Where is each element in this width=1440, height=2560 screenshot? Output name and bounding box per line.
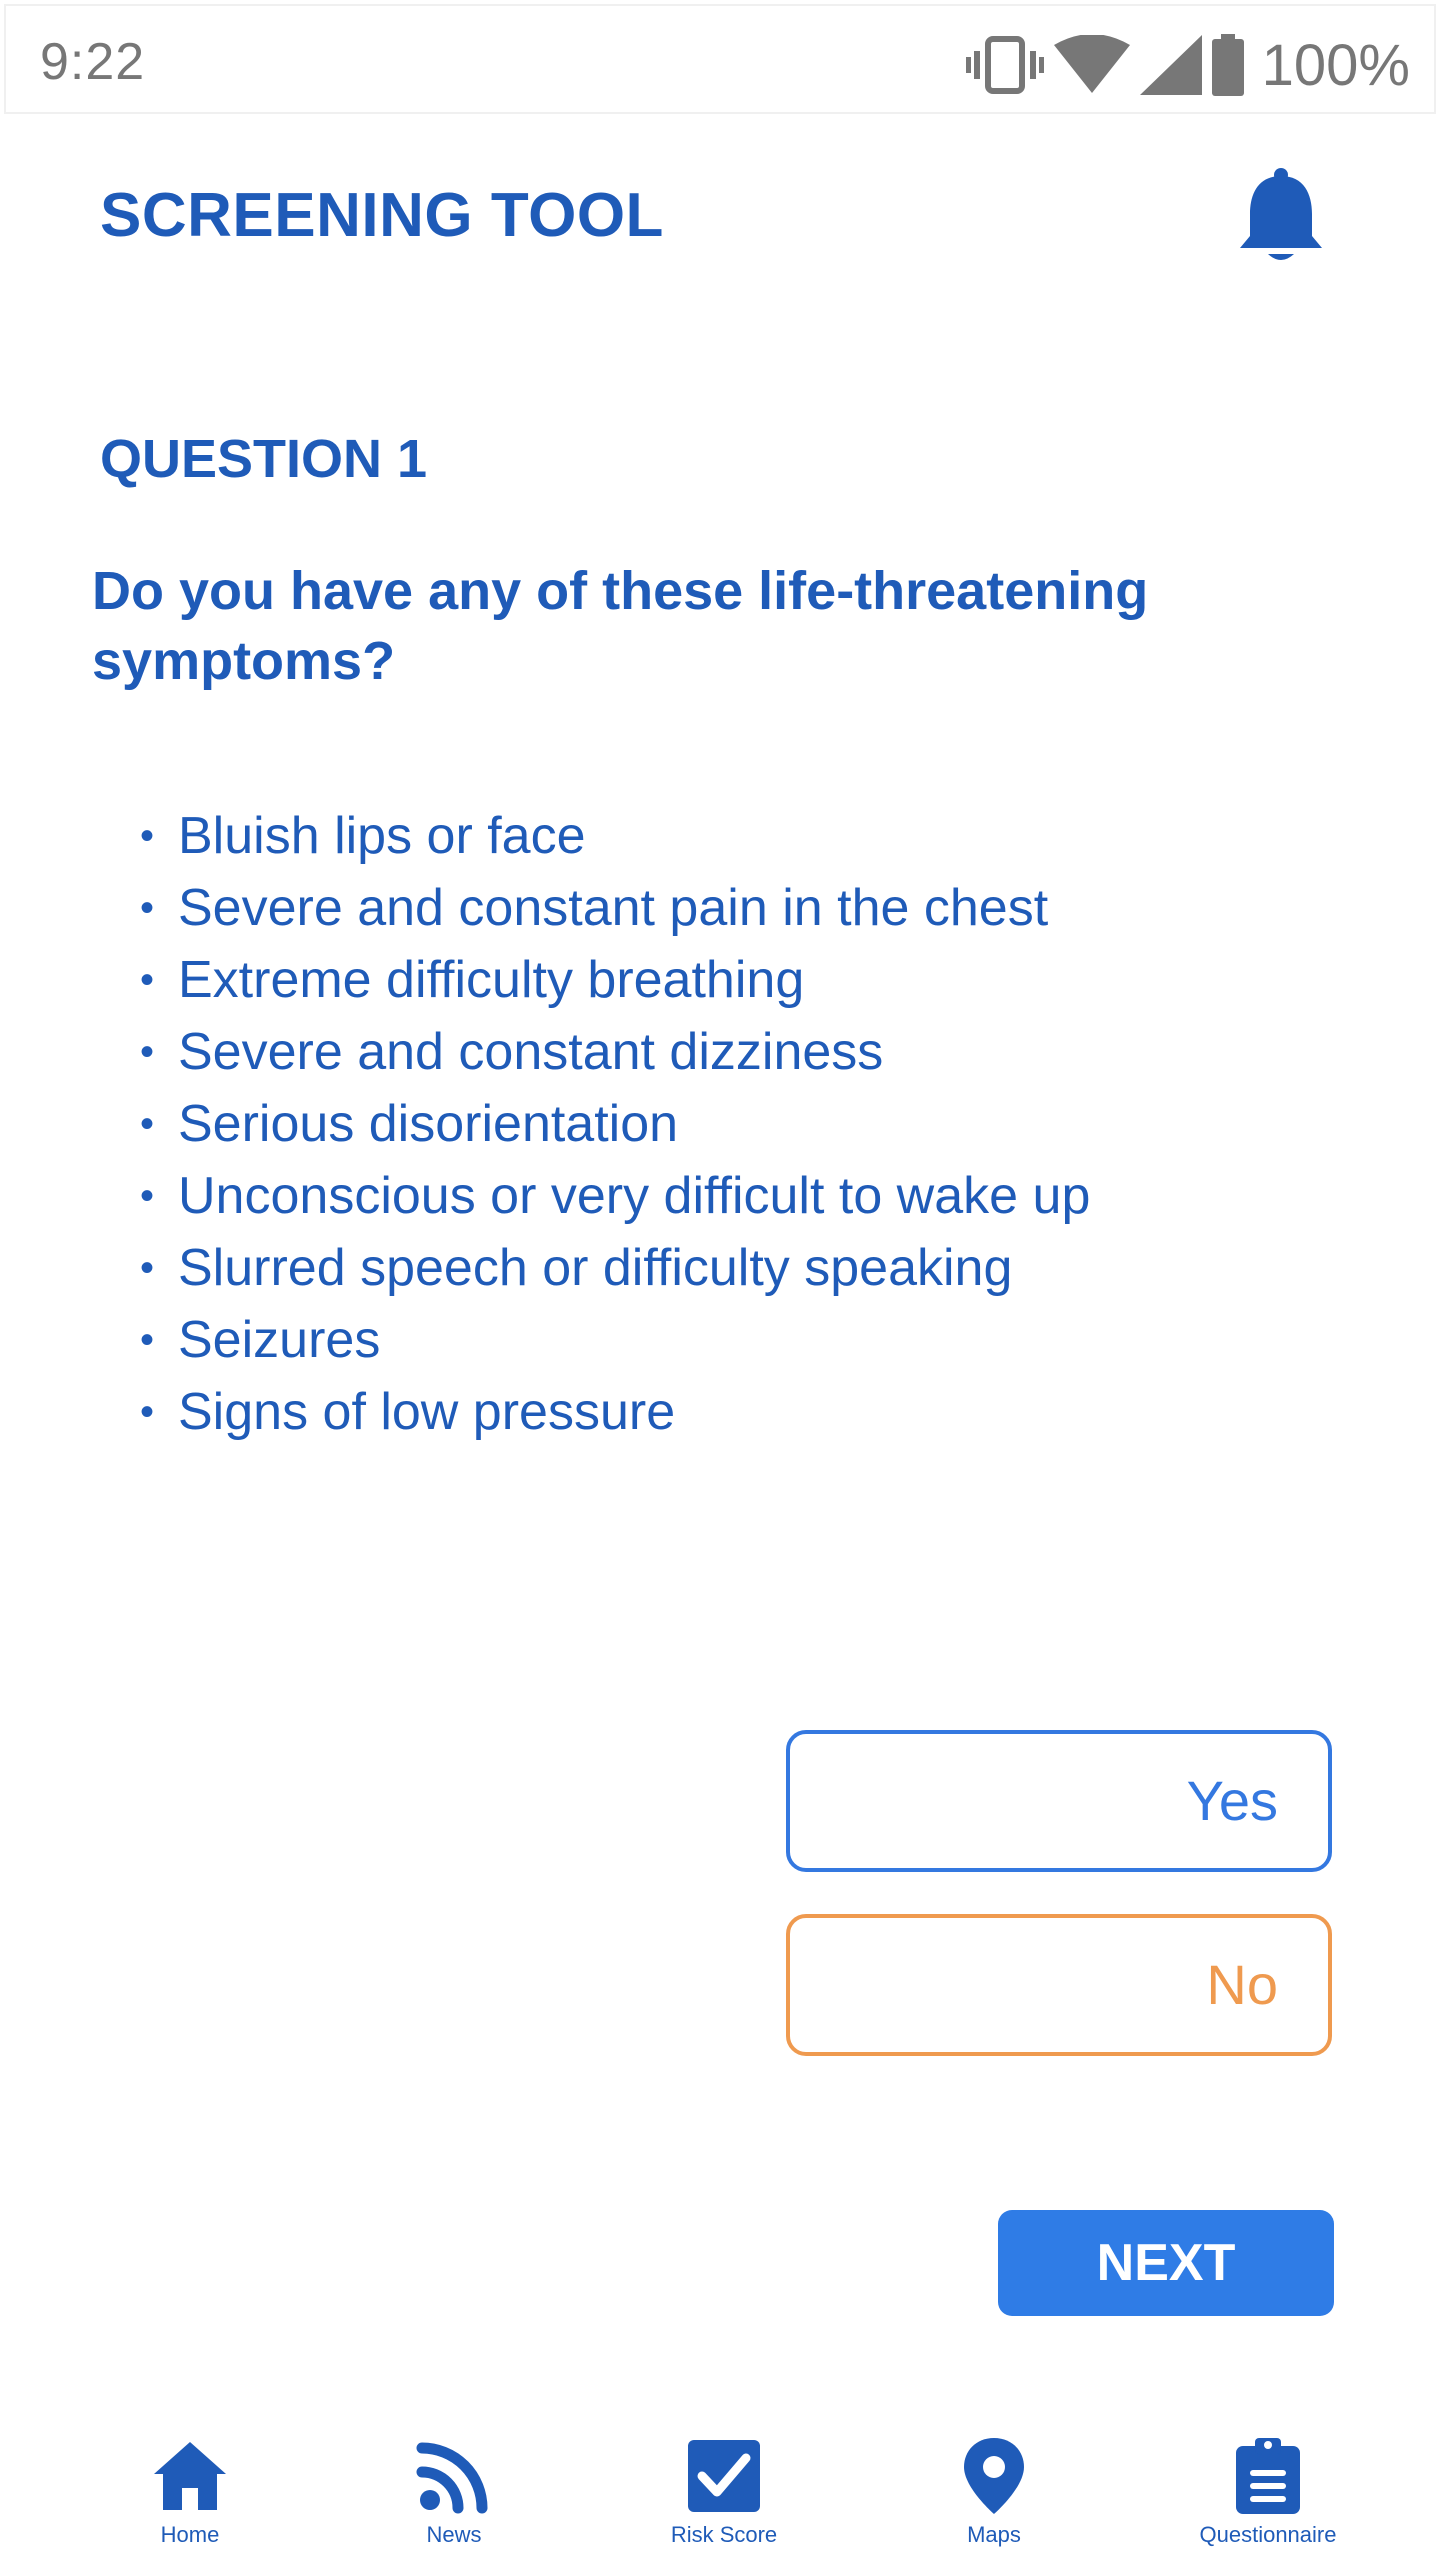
question-text: Do you have any of these life-threatenin… [92,561,1149,691]
list-item: • Seizures [140,1311,381,1369]
home-icon [154,2442,226,2510]
symptom-text: Signs of low pressure [178,1383,676,1441]
question-number: QUESTION 1 [100,429,428,489]
nav-item-maps[interactable]: Maps [884,2430,1104,2560]
battery-percentage: 100% [1261,32,1410,98]
signal-icon [1139,35,1202,95]
symptom-text: Seizures [178,1311,381,1369]
battery-icon [1211,34,1244,96]
screening-screen: 9:22 100% SCREENING TOOL QUESTION 1 Do y… [0,0,1440,2560]
list-item: • Severe and constant pain in the chest [140,879,1049,937]
list-item: • Slurred speech or difficulty speaking [140,1239,1013,1297]
rss-icon [416,2442,488,2514]
map-pin-icon [964,2438,1024,2514]
nav-item-risk-score[interactable]: Risk Score [614,2430,834,2560]
page-title: SCREENING TOOL [100,181,664,250]
nav-item-home[interactable]: Home [80,2430,300,2560]
status-bar: 9:22 100% [4,4,1436,114]
symptom-text: Unconscious or very difficult to wake up [178,1167,1091,1225]
vibrate-icon [965,36,1044,94]
bell-icon[interactable] [1236,166,1326,266]
status-icons: 100% [965,30,1410,100]
status-time: 9:22 [40,33,146,91]
symptom-text: Serious disorientation [178,1095,679,1153]
clipboard-icon [1236,2438,1300,2514]
symptom-text: Extreme difficulty breathing [178,951,805,1009]
next-button[interactable]: NEXT [998,2210,1334,2316]
wifi-icon [1053,35,1130,93]
nav-label: Questionnaire [1199,2522,1337,2547]
symptom-list: • Bluish lips or face • Severe and constan… [140,800,1090,1448]
nav-item-news[interactable]: News [344,2430,564,2560]
symptom-text: Severe and constant dizziness [178,1023,884,1081]
yes-button[interactable]: Yes [786,1730,1332,1872]
list-item: • Serious disorientation [140,1095,679,1153]
nav-label: Maps [967,2522,1021,2547]
symptom-text: Bluish lips or face [178,807,586,865]
nav-label: Risk Score [670,2522,778,2547]
list-item: • Unconscious or very difficult to wake u… [140,1167,1091,1225]
symptom-text: Severe and constant pain in the chest [178,879,1049,937]
list-item: • Severe and constant dizziness [140,1023,884,1081]
checkbox-icon [688,2440,760,2512]
nav-item-questionnaire[interactable]: Questionnaire [1158,2430,1378,2560]
list-item: • Bluish lips or face [140,807,586,865]
nav-label: News [426,2522,482,2547]
symptom-text: Slurred speech or difficulty speaking [178,1239,1013,1297]
bottom-nav: Home News Risk Score Maps Questionnaire [0,2430,1440,2560]
nav-label: Home [160,2522,220,2547]
list-item: • Signs of low pressure [140,1383,676,1441]
list-item: • Extreme difficulty breathing [140,951,805,1009]
no-button[interactable]: No [786,1914,1332,2056]
